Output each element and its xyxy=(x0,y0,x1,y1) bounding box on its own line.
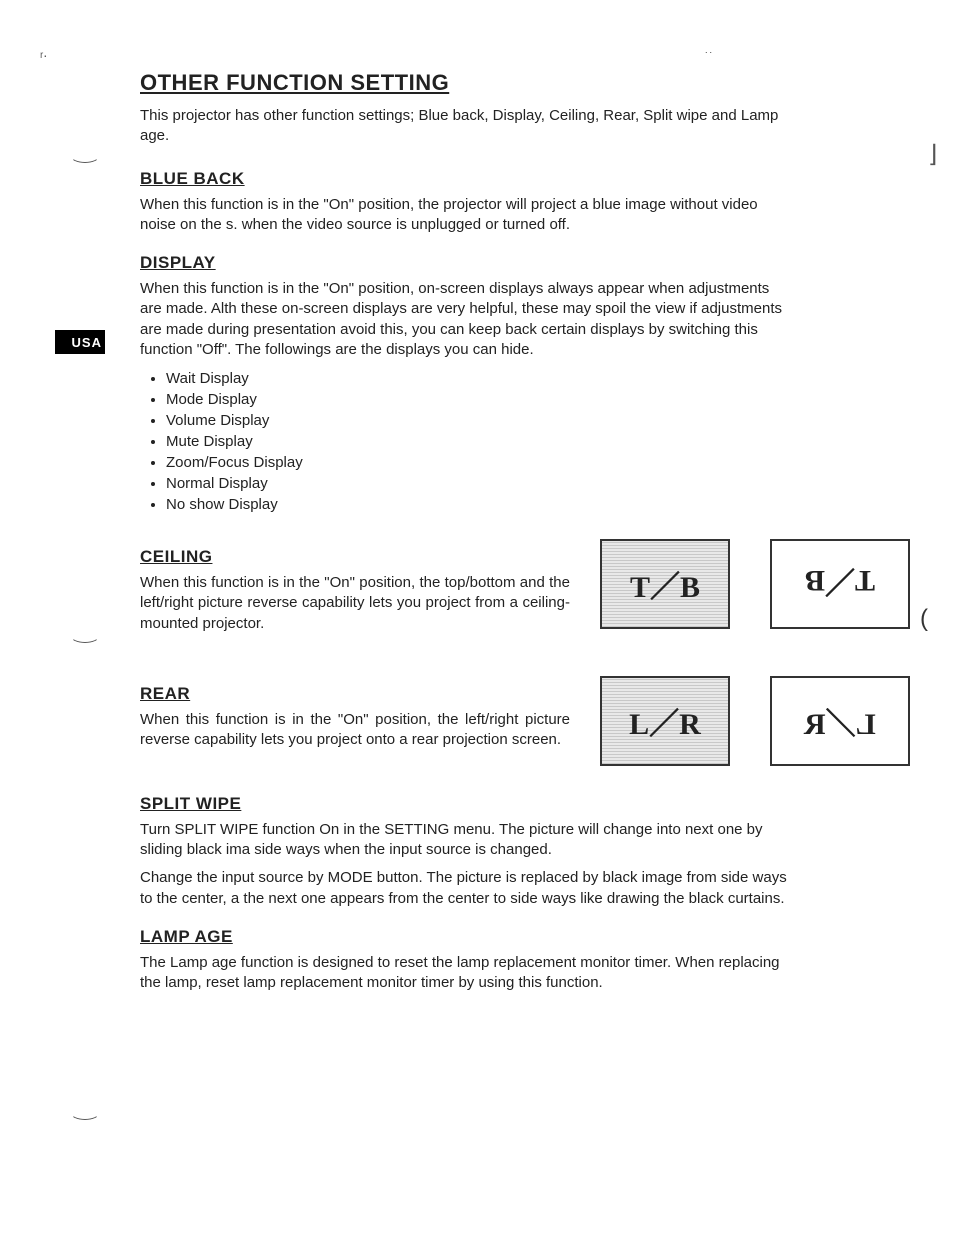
scan-artifact: ⌋ xyxy=(928,140,937,169)
list-item: Mode Display xyxy=(166,389,790,410)
diagram-lr-flipped: L／R xyxy=(770,676,910,766)
list-item: Volume Display xyxy=(166,410,790,431)
ceiling-row: CEILING When this function is in the "On… xyxy=(140,529,790,642)
text-ceiling: When this function is in the "On" positi… xyxy=(140,573,570,634)
heading-ceiling: CEILING xyxy=(140,547,570,567)
intro-text: This projector has other function settin… xyxy=(140,106,790,147)
list-item: No show Display xyxy=(166,494,790,515)
heading-split-wipe: SPLIT WIPE xyxy=(140,794,790,814)
heading-lamp-age: LAMP AGE xyxy=(140,927,790,947)
text-lamp-age: The Lamp age function is designed to res… xyxy=(140,953,790,994)
list-item: Wait Display xyxy=(166,368,790,389)
text-split-wipe-1: Turn SPLIT WIPE function On in the SETTI… xyxy=(140,820,790,861)
list-item: Zoom/Focus Display xyxy=(166,452,790,473)
diagram-tb-flipped: T／B xyxy=(770,539,910,629)
list-item: Normal Display xyxy=(166,473,790,494)
page-title: OTHER FUNCTION SETTING xyxy=(140,70,790,96)
rear-row: REAR When this function is in the "On" p… xyxy=(140,666,790,766)
document-page: OTHER FUNCTION SETTING This projector ha… xyxy=(0,0,790,993)
heading-display: DISPLAY xyxy=(140,253,790,273)
text-rear: When this function is in the "On" positi… xyxy=(140,710,570,751)
text-display: When this function is in the "On" positi… xyxy=(140,279,790,360)
text-blue-back: When this function is in the "On" positi… xyxy=(140,195,790,236)
rear-diagrams: L／R L／R xyxy=(600,676,910,766)
display-list: Wait Display Mode Display Volume Display… xyxy=(140,368,790,515)
diagram-tb-normal: T／B xyxy=(600,539,730,629)
ceiling-diagrams: T／B T／B xyxy=(600,539,910,629)
scan-artifact: ( xyxy=(920,605,928,633)
list-item: Mute Display xyxy=(166,431,790,452)
heading-blue-back: BLUE BACK xyxy=(140,169,790,189)
diagram-lr-normal: L／R xyxy=(600,676,730,766)
heading-rear: REAR xyxy=(140,684,570,704)
text-split-wipe-2: Change the input source by MODE button. … xyxy=(140,868,790,909)
binding-mark-icon xyxy=(70,1105,100,1120)
